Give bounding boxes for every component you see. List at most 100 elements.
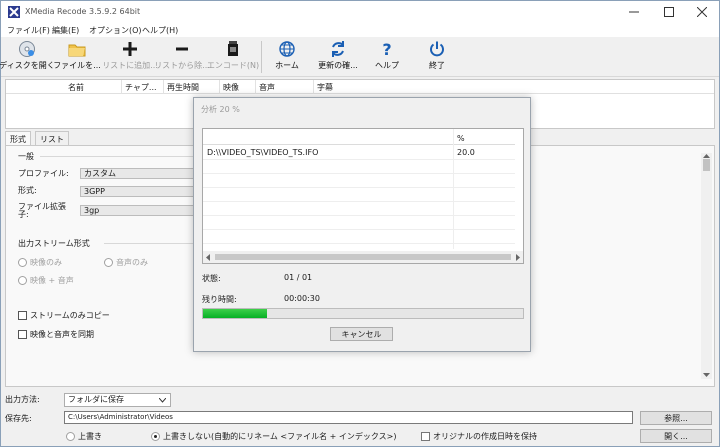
exit-button[interactable]: 終了	[419, 39, 455, 75]
radio-video-only[interactable]: 映像のみ	[18, 257, 62, 268]
folder-icon	[68, 44, 86, 57]
destination-input[interactable]: C:\Users\Administrator\Videos	[64, 411, 633, 424]
film-icon	[228, 41, 238, 56]
help-icon: ?	[382, 40, 391, 58]
radio-audio-only-label: 音声のみ	[116, 258, 148, 267]
radio-overwrite-label: 上書き	[78, 432, 102, 441]
output-method-value: フォルダに保存	[68, 395, 124, 404]
menu-file[interactable]: ファイル(F)	[7, 25, 50, 36]
scroll-up-icon[interactable]	[703, 153, 710, 158]
menu-options[interactable]: オプション(O)	[89, 25, 142, 36]
open-file-button[interactable]: ファイルを...	[53, 39, 101, 75]
exit-label: 終了	[429, 61, 445, 70]
cancel-button[interactable]: キャンセル	[330, 327, 393, 341]
menu-edit[interactable]: 編集(E)	[52, 25, 79, 36]
minimize-icon	[629, 11, 639, 13]
window-title: XMedia Recode 3.5.9.2 64bit	[25, 7, 141, 16]
analysis-row-percent: 20.0	[457, 148, 475, 157]
stream-copy-checkbox[interactable]: ストリームのみコピー	[18, 310, 110, 321]
open-disc-button[interactable]: ディスクを開く	[0, 39, 55, 75]
globe-icon	[279, 41, 295, 57]
add-to-list-label: リストに追加...	[102, 61, 158, 70]
column-duration[interactable]: 再生時間	[167, 82, 199, 93]
close-button[interactable]	[685, 1, 719, 23]
open-button[interactable]: 開く...	[640, 429, 712, 443]
help-label: ヘルプ	[375, 61, 399, 70]
radio-no-overwrite[interactable]: 上書きしない(自動的にリネーム <ファイル名 + インデックス>)	[151, 431, 397, 442]
tab-format[interactable]: 形式	[5, 131, 31, 145]
profile-field[interactable]: カスタム	[80, 168, 196, 179]
encode-button[interactable]: エンコード(N)	[206, 39, 260, 75]
dialog-title: 分析 20 %	[201, 105, 240, 114]
check-update-button[interactable]: 更新の確...	[315, 39, 361, 75]
scroll-left-icon[interactable]	[205, 254, 210, 261]
status-value: 01 / 01	[284, 273, 313, 282]
remaining-label: 残り時間:	[202, 295, 237, 304]
column-chapter[interactable]: チャプ...	[125, 82, 157, 93]
sync-av-label: 映像と音声を同期	[30, 330, 94, 339]
output-method-combo[interactable]: フォルダに保存	[64, 393, 171, 407]
column-video[interactable]: 映像	[223, 82, 239, 93]
keep-date-checkbox[interactable]: オリジナルの作成日時を保持	[421, 431, 537, 442]
plus-icon	[123, 42, 137, 56]
column-subtitle[interactable]: 字幕	[317, 82, 333, 93]
scroll-right-icon[interactable]	[516, 254, 521, 261]
analysis-list-hscroll[interactable]	[203, 251, 523, 263]
analysis-list[interactable]: % D:\\VIDEO_TS\VIDEO_TS.IFO 20.0	[202, 128, 524, 264]
file-list-header: 名前 チャプ... 再生時間 映像 音声 字幕	[6, 80, 714, 94]
remove-from-list-button[interactable]: リストから除...	[154, 39, 210, 75]
panel-scrollbar[interactable]	[701, 153, 712, 379]
check-update-label: 更新の確...	[318, 61, 358, 70]
analysis-progress-bar	[202, 308, 524, 319]
hscroll-thumb[interactable]	[215, 254, 511, 260]
extension-label: ファイル拡張子:	[18, 202, 66, 219]
extension-field[interactable]: 3gp	[80, 205, 196, 216]
percent-column-header[interactable]: %	[457, 134, 465, 143]
keep-date-label: オリジナルの作成日時を保持	[433, 432, 537, 441]
app-icon	[8, 6, 20, 18]
radio-overwrite[interactable]: 上書き	[66, 431, 102, 442]
destination-label: 保存先:	[5, 414, 32, 423]
refresh-icon	[332, 41, 344, 57]
scroll-thumb[interactable]	[703, 159, 710, 171]
chevron-down-icon	[159, 398, 166, 403]
encode-label: エンコード(N)	[206, 61, 260, 70]
scroll-down-icon[interactable]	[703, 373, 710, 378]
disc-icon	[19, 41, 35, 57]
sync-av-checkbox[interactable]: 映像と音声を同期	[18, 329, 94, 340]
open-file-label: ファイルを...	[53, 61, 101, 70]
column-audio[interactable]: 音声	[259, 82, 275, 93]
svg-text:?: ?	[382, 40, 391, 58]
output-method-label: 出力方法:	[5, 395, 40, 404]
home-label: ホーム	[275, 61, 299, 70]
add-to-list-button[interactable]: リストに追加...	[102, 39, 158, 75]
column-name[interactable]: 名前	[68, 82, 84, 93]
radio-audio-only[interactable]: 音声のみ	[104, 257, 148, 268]
format-field[interactable]: 3GPP	[80, 186, 196, 197]
remove-from-list-label: リストから除...	[154, 61, 210, 70]
toolbar-separator	[261, 41, 262, 73]
help-button[interactable]: ? ヘルプ	[369, 39, 405, 75]
menu-help[interactable]: ヘルプ(H)	[142, 25, 178, 36]
minus-icon	[176, 47, 188, 51]
browse-button[interactable]: 参照...	[640, 411, 712, 425]
profile-label: プロファイル:	[18, 169, 69, 178]
maximize-icon	[664, 7, 674, 17]
menu-bar: ファイル(F) 編集(E) オプション(O) ヘルプ(H)	[1, 23, 719, 37]
radio-no-overwrite-label: 上書きしない(自動的にリネーム <ファイル名 + インデックス>)	[163, 432, 397, 441]
analysis-row-path: D:\\VIDEO_TS\VIDEO_TS.IFO	[207, 148, 319, 157]
tab-list[interactable]: リスト	[35, 131, 69, 145]
home-button[interactable]: ホーム	[269, 39, 305, 75]
minimize-button[interactable]	[617, 1, 651, 23]
radio-video-audio[interactable]: 映像 + 音声	[18, 275, 74, 286]
toolbar: ディスクを開く ファイルを... リストに追加... リストから除... エンコ…	[0, 37, 719, 77]
analysis-dialog: 分析 20 % % D:\\VIDEO_TS\VIDEO_TS.IFO 20.0…	[193, 97, 531, 352]
status-label: 状態:	[202, 274, 221, 283]
power-icon	[430, 41, 444, 57]
app-window: XMedia Recode 3.5.9.2 64bit ファイル(F) 編集(E…	[0, 0, 720, 447]
stream-copy-label: ストリームのみコピー	[30, 311, 110, 320]
radio-video-audio-label: 映像 + 音声	[30, 276, 74, 285]
maximize-button[interactable]	[652, 1, 686, 23]
close-icon	[697, 7, 707, 17]
format-label: 形式:	[18, 186, 37, 195]
